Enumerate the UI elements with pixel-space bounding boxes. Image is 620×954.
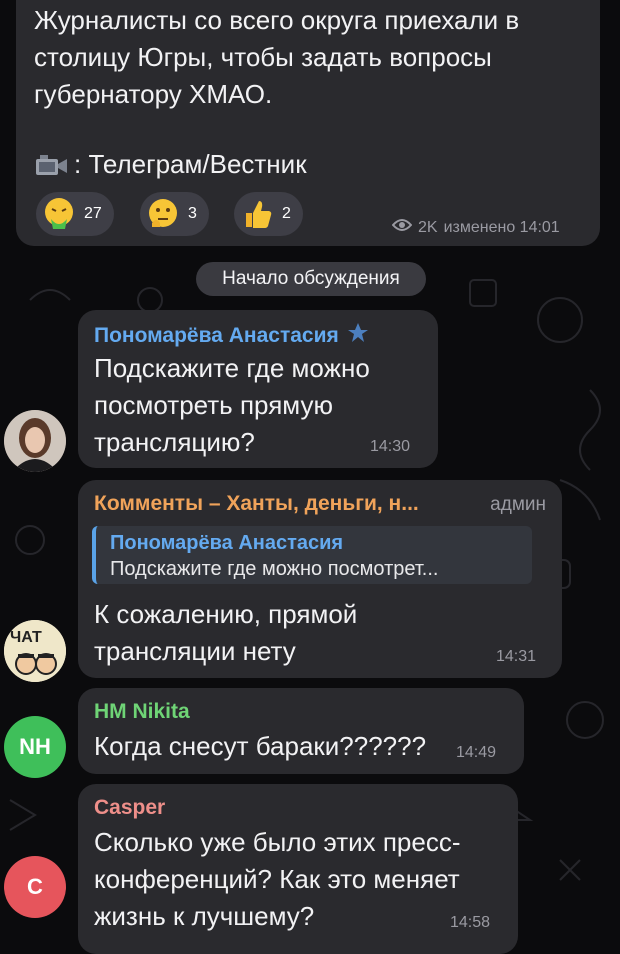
post-credit: : Телеграм/Вестник — [34, 146, 307, 183]
message-line: конференций? Как это меняет — [94, 864, 460, 894]
message-text: Подскажите где можно посмотреть прямую т… — [94, 350, 370, 461]
avatar[interactable]: C — [4, 856, 66, 918]
message-time: 14:58 — [450, 914, 491, 931]
message-author[interactable]: Комменты – Ханты, деньги, н... — [94, 492, 419, 516]
views-count: 2K — [418, 218, 438, 236]
message-line: посмотреть прямую — [94, 390, 333, 420]
message-line: трансляцию? — [94, 427, 255, 457]
message-line: К сожалению, прямой — [94, 599, 358, 629]
avatar-initials: NH — [19, 734, 51, 759]
avatar[interactable]: NH — [4, 716, 66, 778]
message-line: жизнь к лучшему? — [94, 901, 315, 931]
message-text: Когда снесут бараки?????? — [94, 731, 427, 761]
message-text: К сожалению, прямой трансляции нету — [94, 596, 357, 670]
user-photo-icon — [4, 410, 66, 472]
message-text: Сколько уже было этих пресс- конференций… — [94, 824, 461, 935]
message-bubble[interactable]: Пономарёва Анастасия Подскажите где можн… — [78, 310, 438, 468]
message-bubble[interactable]: Casper Сколько уже было этих пресс- конф… — [78, 784, 518, 954]
post-text-line: Журналисты со всего округа приехали в — [34, 5, 520, 35]
reaction-count: 2 — [282, 205, 291, 222]
message-bubble[interactable]: Комменты – Ханты, деньги, н... админ Пон… — [78, 480, 562, 678]
message-line: Сколько уже было этих пресс- — [94, 827, 461, 857]
message-line: трансляции нету — [94, 636, 296, 666]
avatar[interactable]: ЧАТ — [4, 620, 66, 682]
message-line: Подскажите где можно — [94, 353, 370, 383]
reaction-nauseated[interactable]: 27 — [36, 192, 114, 236]
reply-preview[interactable]: Пономарёва Анастасия Подскажите где можн… — [92, 526, 532, 584]
avatar[interactable] — [4, 410, 66, 472]
message-time: 14:49 — [456, 744, 497, 761]
message-author[interactable]: Casper — [94, 796, 165, 820]
message-author[interactable]: Пономарёва Анастасия — [94, 324, 339, 348]
avatar-initials: C — [27, 874, 43, 899]
post-meta: 2K изменено 14:01 — [391, 218, 560, 237]
reaction-count: 27 — [84, 205, 102, 222]
reaction-thumbs-up[interactable]: 2 — [234, 192, 303, 236]
eye-icon — [391, 218, 413, 237]
nauseated-face-emoji — [42, 197, 76, 231]
star-icon — [347, 322, 369, 349]
credit-label: : Телеграм/Вестник — [74, 149, 307, 179]
thumbs-up-emoji — [240, 197, 274, 231]
reaction-thinking[interactable]: 3 — [140, 192, 209, 236]
post-text-line: столицу Югры, чтобы задать вопросы — [34, 42, 492, 72]
divider-label: Начало обсуждения — [222, 268, 400, 289]
thinking-face-emoji — [146, 197, 180, 231]
message-time: 14:30 — [370, 438, 411, 455]
message-time: 14:31 — [496, 648, 537, 665]
svg-text:ЧАТ: ЧАТ — [10, 629, 42, 646]
reply-author: Пономарёва Анастасия — [110, 532, 344, 554]
post-text-line: губернатору ХМАО. — [34, 79, 273, 109]
post-text: Журналисты со всего округа приехали в ст… — [34, 2, 519, 113]
message-author[interactable]: HM Nikita — [94, 700, 190, 724]
discussion-start-divider: Начало обсуждения — [196, 262, 426, 296]
channel-post-bubble: Журналисты со всего округа приехали в ст… — [16, 0, 600, 246]
edited-time: изменено 14:01 — [443, 218, 560, 236]
admin-badge: админ — [490, 494, 546, 515]
reply-text: Подскажите где можно посмотрет... — [110, 558, 439, 580]
chat-logo-icon: ЧАТ — [4, 620, 66, 682]
video-camera-icon — [34, 152, 70, 178]
message-bubble[interactable]: HM Nikita Когда снесут бараки?????? 14:4… — [78, 688, 524, 774]
reaction-count: 3 — [188, 205, 197, 222]
